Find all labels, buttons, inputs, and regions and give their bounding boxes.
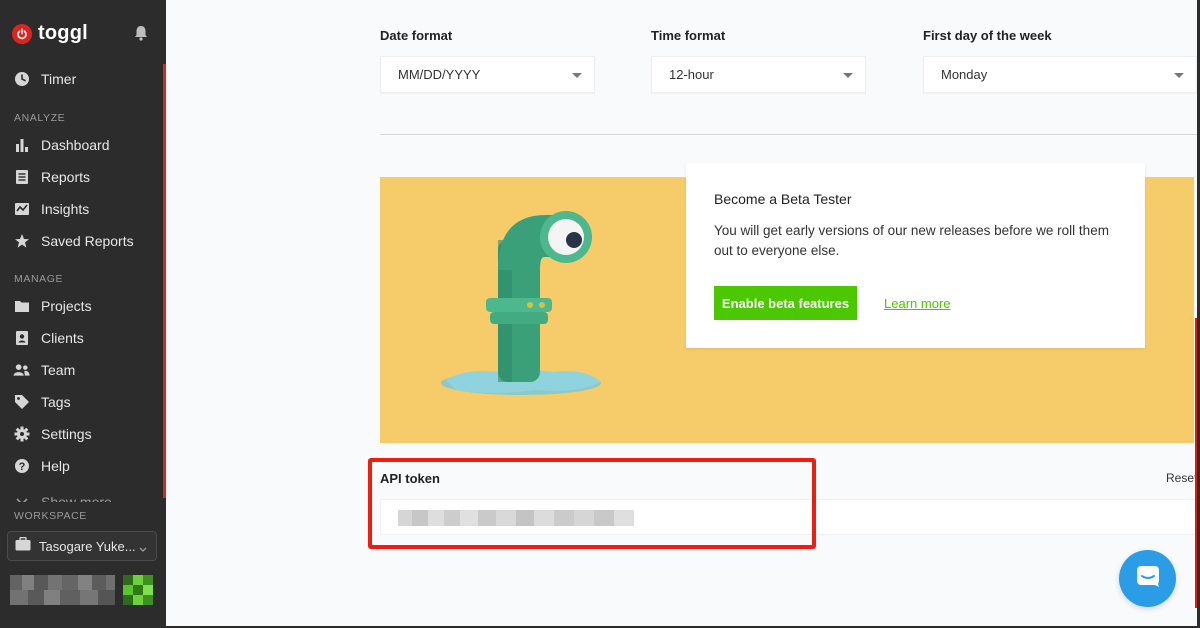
star-icon [13, 233, 30, 250]
sidebar-item-label: Timer [41, 71, 77, 87]
sidebar-item-help[interactable]: ? Help [0, 452, 163, 480]
sidebar: toggl Timer ANALYZE Dashboard Reports In… [0, 0, 166, 628]
clock-icon [13, 71, 30, 88]
first-day-value: Monday [941, 67, 988, 82]
sidebar-item-label: Help [41, 458, 70, 474]
time-format-value: 12-hour [669, 67, 714, 82]
brand[interactable]: toggl [12, 22, 88, 45]
chevron-down-icon [138, 541, 148, 559]
mascot-illustration [441, 211, 601, 395]
beta-description: You will get early versions of our new r… [714, 223, 1109, 258]
sidebar-item-dashboard[interactable]: Dashboard [0, 131, 163, 159]
avatar[interactable] [123, 575, 153, 605]
sidebar-item-reports[interactable]: Reports [0, 163, 163, 191]
enable-beta-button[interactable]: Enable beta features [714, 286, 857, 320]
insights-icon [13, 201, 30, 218]
brand-name: toggl [38, 22, 88, 44]
sidebar-item-label: Show more [41, 494, 112, 502]
bell-icon[interactable] [134, 25, 148, 46]
client-card-icon [13, 330, 30, 347]
briefcase-icon [15, 536, 31, 556]
date-format-value: MM/DD/YYYY [398, 67, 481, 82]
help-icon: ? [13, 458, 30, 475]
sidebar-item-projects[interactable]: Projects [0, 292, 163, 320]
main-content: Date format MM/DD/YYYY Time format 12-ho… [166, 0, 1197, 626]
api-token-label: API token [380, 471, 440, 486]
first-day-label: First day of the week [923, 28, 1052, 43]
date-format-label: Date format [380, 28, 453, 43]
beta-card: Become a Beta Tester You will get early … [686, 163, 1145, 348]
sidebar-item-label: Saved Reports [41, 233, 134, 249]
caret-down-icon [572, 73, 582, 78]
folder-icon [13, 298, 30, 315]
svg-text:?: ? [18, 461, 25, 473]
time-format-select[interactable]: 12-hour [651, 56, 866, 93]
sidebar-item-insights[interactable]: Insights [0, 195, 163, 223]
sidebar-item-label: Team [41, 362, 76, 378]
document-icon [13, 169, 30, 186]
sidebar-item-settings[interactable]: Settings [0, 420, 163, 448]
bar-chart-icon [13, 137, 30, 154]
date-format-select[interactable]: MM/DD/YYYY [380, 56, 595, 93]
user-name-redacted[interactable] [10, 575, 115, 605]
workspace-select[interactable]: Tasogare Yuke... [7, 531, 157, 561]
sidebar-item-label: Projects [41, 298, 92, 314]
gear-icon [13, 426, 30, 443]
sidebar-item-label: Tags [41, 394, 71, 410]
sidebar-item-label: Reports [41, 169, 91, 185]
sidebar-item-label: Insights [41, 201, 90, 217]
first-day-select[interactable]: Monday [923, 56, 1197, 93]
learn-more-link[interactable]: Learn more [884, 296, 950, 311]
api-token-redacted [398, 510, 634, 526]
section-heading-manage: MANAGE [14, 273, 64, 285]
chat-button[interactable] [1119, 550, 1176, 607]
sidebar-item-clients[interactable]: Clients [0, 324, 163, 352]
section-divider [380, 134, 1197, 135]
team-icon [13, 362, 30, 379]
section-heading-analyze: ANALYZE [14, 112, 66, 124]
reset-token-link[interactable]: Reset [1166, 471, 1197, 485]
show-more-clip: Show more [0, 488, 163, 502]
sidebar-item-label: Settings [41, 426, 92, 442]
workspace-name: Tasogare Yuke... [39, 538, 136, 554]
sidebar-item-team[interactable]: Team [0, 356, 163, 384]
time-format-label: Time format [651, 28, 726, 43]
chevron-down-icon [13, 494, 30, 502]
section-heading-workspace: WORKSPACE [14, 510, 87, 522]
chat-icon [1135, 564, 1161, 593]
sidebar-item-show-more[interactable]: Show more [0, 488, 163, 502]
sidebar-item-timer[interactable]: Timer [0, 65, 163, 93]
caret-down-icon [843, 73, 853, 78]
tag-icon [13, 394, 30, 411]
sidebar-item-label: Clients [41, 330, 84, 346]
api-token-field[interactable] [380, 499, 1197, 535]
toggl-power-icon [12, 23, 32, 44]
beta-title: Become a Beta Tester [714, 191, 852, 207]
sidebar-item-saved-reports[interactable]: Saved Reports [0, 227, 163, 255]
sidebar-item-tags[interactable]: Tags [0, 388, 163, 416]
caret-down-icon [1174, 73, 1184, 78]
sidebar-item-label: Dashboard [41, 137, 110, 153]
